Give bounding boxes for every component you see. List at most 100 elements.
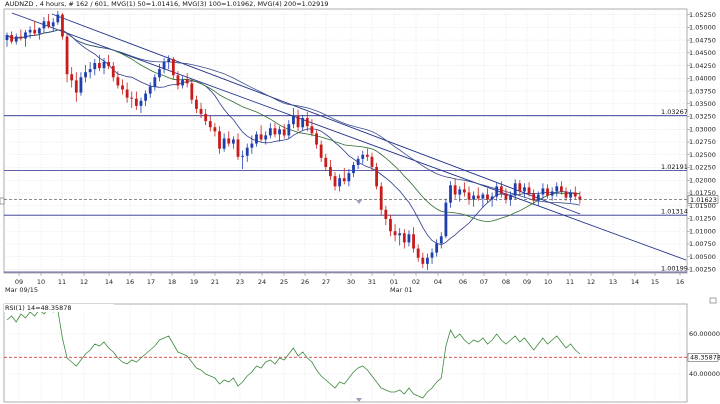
panel-resize-handle-right[interactable] <box>709 297 717 304</box>
price-tick-label: 1.00250 <box>689 266 716 274</box>
candle-body <box>370 156 374 167</box>
time-tick-label: 27 <box>322 278 330 286</box>
time-tick-label: 08 <box>502 278 510 286</box>
price-tick-label: 1.05250 <box>689 11 716 19</box>
rsi-header: RSI(1) 14=48.35878 <box>5 304 72 312</box>
price-tick-label: 1.00750 <box>689 240 716 248</box>
panel-resize-handle[interactable] <box>0 197 5 205</box>
candle-body <box>509 195 512 200</box>
candle-body <box>504 193 508 200</box>
time-tick-label: 12 <box>587 278 595 286</box>
time-tick-label: 21 <box>211 278 219 286</box>
candle-body <box>176 75 180 86</box>
candle-body <box>467 192 471 200</box>
candle-body <box>208 121 212 128</box>
candle-body <box>144 93 147 101</box>
candle-body <box>162 62 166 70</box>
candle-body <box>333 176 337 187</box>
time-tick-label: 10 <box>544 278 552 286</box>
candle-body <box>296 116 300 128</box>
candle-body <box>24 32 27 39</box>
candle-body <box>305 118 309 127</box>
price-tick-label: 1.00500 <box>689 253 716 261</box>
level-label: 1.01314 <box>661 208 688 216</box>
candle-body <box>255 134 258 144</box>
candle-body <box>14 36 18 42</box>
candle-body <box>74 80 78 93</box>
level-label: 1.03267 <box>661 108 688 116</box>
candle-body <box>495 186 499 197</box>
time-tick-label: 30 <box>347 278 355 286</box>
price-tick-label: 1.04000 <box>689 75 716 83</box>
candle-body <box>555 186 559 192</box>
candle-body <box>79 77 83 93</box>
candle-body <box>65 36 69 75</box>
rsi-tick-label: 40.00000 <box>689 370 720 378</box>
candle-body <box>518 183 522 192</box>
candle-body <box>458 189 462 195</box>
candle-body <box>292 116 295 125</box>
candle-body <box>578 196 582 200</box>
candle-body <box>430 252 434 258</box>
candle-body <box>70 74 74 81</box>
price-tick-label: 1.03250 <box>689 113 716 121</box>
level-label: 1.02191 <box>661 163 688 171</box>
candle-body <box>527 187 531 194</box>
candle-body <box>393 231 397 236</box>
rsi-axis: 60.00000 40.00000 48.35878 <box>687 330 720 378</box>
candle-body <box>139 100 143 106</box>
candle-body <box>84 72 87 78</box>
price-tick-label: 1.01000 <box>689 227 716 235</box>
candle-body <box>268 128 272 136</box>
candle-body <box>426 257 429 264</box>
candle-body <box>33 29 37 34</box>
candle-body <box>236 139 240 157</box>
candle-body <box>245 147 249 156</box>
price-tick-label: 1.02500 <box>689 151 716 159</box>
candle-body <box>352 164 355 174</box>
candle-body <box>301 118 305 128</box>
candle-body <box>231 139 235 144</box>
time-sublabel: Mar 01 <box>390 286 413 294</box>
candle-body <box>407 234 411 243</box>
time-tick-label: 09 <box>523 278 531 286</box>
candle-body <box>134 98 138 106</box>
candle-body <box>347 173 351 182</box>
time-tick-label: 01 <box>390 278 398 286</box>
time-tick-label: 06 <box>459 278 467 286</box>
candle-body <box>439 236 443 244</box>
candle-body <box>130 97 134 99</box>
rsi-panel[interactable] <box>3 303 688 403</box>
time-tick-label: 13 <box>609 278 617 286</box>
level-label: 1.00199 <box>661 265 688 273</box>
price-tick-label: 1.04250 <box>689 62 716 70</box>
candle-body <box>185 79 189 84</box>
candle-body <box>218 131 221 149</box>
candle-body <box>398 233 402 236</box>
candle-body <box>213 127 217 132</box>
candle-body <box>47 21 50 27</box>
price-tick-label: 1.04750 <box>689 36 716 44</box>
candle-body <box>222 138 226 149</box>
candle-body <box>361 154 365 159</box>
candle-body <box>190 83 194 100</box>
candle-body <box>560 186 563 192</box>
time-tick-label: 14 <box>631 278 639 286</box>
candle-body <box>476 195 480 199</box>
candle-body <box>199 108 203 114</box>
candle-body <box>37 28 41 34</box>
time-tick-label: 26 <box>301 278 309 286</box>
candle-body <box>444 202 448 237</box>
candle-body <box>125 89 129 98</box>
candle-body <box>204 113 208 122</box>
price-tick-label: 1.03750 <box>689 87 716 95</box>
candle-body <box>569 192 573 198</box>
time-tick-label: 11 <box>58 278 66 286</box>
time-tick-label: 10 <box>37 278 45 286</box>
price-tick-label: 1.01250 <box>689 215 716 223</box>
time-tick-label: 16 <box>676 278 684 286</box>
candle-body <box>342 178 346 182</box>
time-tick-label: 31 <box>368 278 376 286</box>
candle-body <box>324 157 328 167</box>
candle-body <box>481 194 485 199</box>
